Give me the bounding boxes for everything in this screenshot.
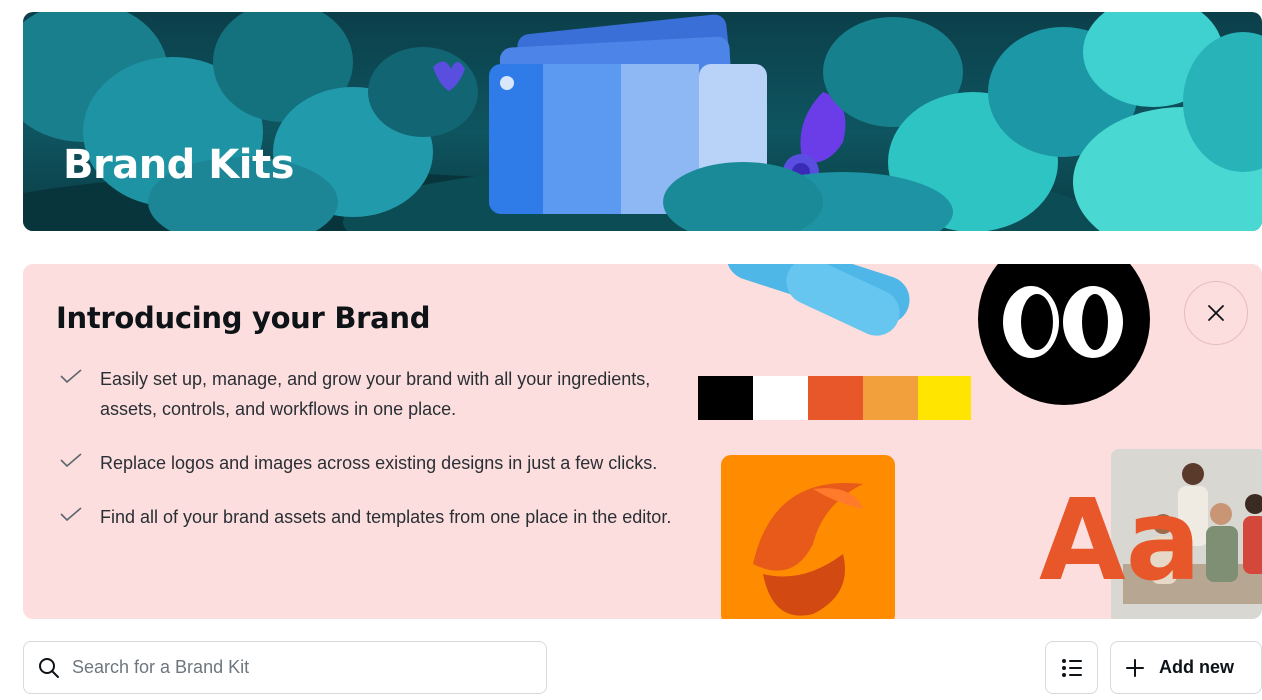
close-icon	[1208, 305, 1224, 321]
benefit-item: Easily set up, manage, and grow your bra…	[60, 364, 680, 424]
page-title: Brand Kits	[63, 142, 294, 188]
benefit-item: Find all of your brand assets and templa…	[60, 502, 680, 532]
add-new-label: Add new	[1159, 657, 1234, 677]
palette-swatch	[808, 376, 863, 420]
list-view-button[interactable]	[1045, 641, 1098, 694]
photo-sample	[1111, 449, 1262, 619]
benefit-text: Find all of your brand assets and templa…	[100, 507, 672, 527]
palette-swatch	[698, 376, 753, 420]
typography-sample: Aa	[1039, 476, 1201, 606]
hero-illustration	[23, 12, 1262, 231]
palette-swatch	[918, 376, 971, 420]
search-box[interactable]	[23, 641, 547, 694]
intro-title: Introducing your Brand	[56, 301, 431, 335]
palette-swatch	[863, 376, 918, 420]
close-button[interactable]	[1184, 281, 1248, 345]
color-palette	[698, 376, 971, 420]
logo-sample	[978, 264, 1150, 405]
list-view-icon	[1061, 658, 1082, 677]
intro-panel: Introducing your Brand Easily set up, ma…	[23, 264, 1262, 619]
search-input[interactable]	[72, 657, 512, 678]
benefit-list: Easily set up, manage, and grow your bra…	[60, 364, 680, 556]
graphic-sample	[721, 455, 895, 619]
check-icon	[60, 507, 82, 521]
benefit-item: Replace logos and images across existing…	[60, 448, 680, 478]
add-new-button[interactable]: Add new	[1110, 641, 1262, 694]
hero-banner: Brand Kits	[23, 12, 1262, 231]
check-icon	[60, 453, 82, 467]
check-icon	[60, 369, 82, 383]
palette-swatch	[753, 376, 808, 420]
benefit-text: Replace logos and images across existing…	[100, 453, 658, 473]
search-icon	[39, 657, 59, 678]
benefit-text: Easily set up, manage, and grow your bra…	[100, 369, 651, 419]
plus-icon	[1126, 658, 1144, 677]
